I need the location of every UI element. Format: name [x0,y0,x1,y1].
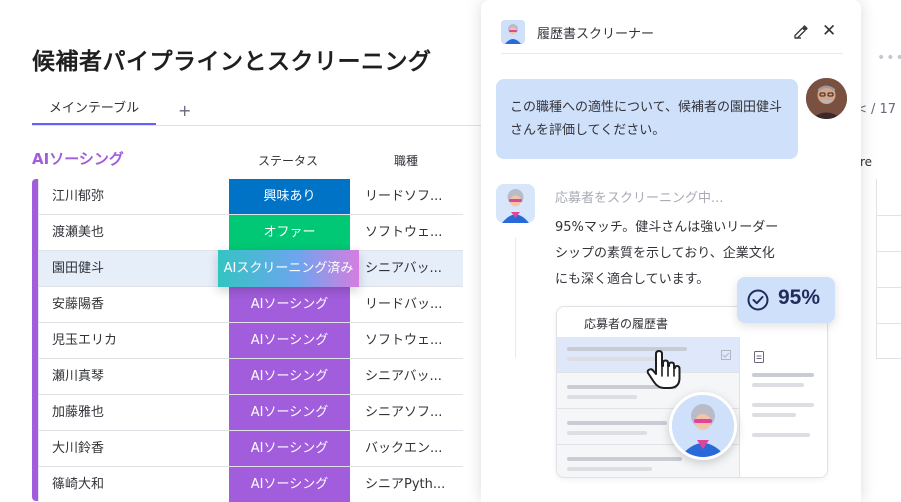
column-header-status[interactable]: ステータス [258,152,318,169]
table-row[interactable]: 児玉エリカ AIソーシング ソフトウェ... [38,323,463,359]
bot-status-text: 応募者をスクリーニング中... [555,191,724,206]
candidate-name[interactable]: 安藤陽香 [52,287,104,322]
table-row[interactable]: 江川郁弥 興味あり リードソフ... [38,179,463,215]
bot-avatar [496,184,535,223]
more-dots-icon[interactable]: ••• [877,50,901,66]
column-header-role[interactable]: 職種 [394,152,418,169]
candidate-avatar [669,392,737,460]
add-view-button[interactable]: + [178,100,191,122]
table-row[interactable]: 加藤雅也 AIソーシング シニアソフ... [38,395,463,431]
candidate-name[interactable]: 園田健斗 [52,251,104,286]
group-title[interactable]: AIソーシング [32,148,124,169]
grid-line [876,323,901,324]
grid-line [876,287,901,288]
status-chip[interactable]: AIソーシング [228,287,351,322]
status-chip[interactable]: オファー [228,215,351,250]
cell-divider [38,395,39,430]
thread-line [515,238,516,358]
candidate-name[interactable]: 大川鈴香 [52,431,104,466]
resume-screener-panel: 履歴書スクリーナー ✕ この職種への適性について、候補者の園田健斗さんを評価して… [481,0,861,502]
hand-cursor-icon [646,350,681,389]
candidate-role[interactable]: リードバッ... [365,287,461,322]
candidate-role[interactable]: ソフトウェ... [365,323,461,358]
candidate-role[interactable]: シニアバッ... [365,251,461,286]
user-avatar [806,78,847,119]
candidate-role[interactable]: シニアPyth... [365,467,461,502]
candidate-role[interactable]: ソフトウェ... [365,215,461,250]
edit-icon[interactable] [793,24,809,40]
candidate-role[interactable]: シニアバッ... [365,359,461,394]
panel-title: 履歴書スクリーナー [537,27,655,42]
candidate-name[interactable]: 江川郁弥 [52,179,104,214]
status-chip[interactable]: AIソーシング [228,467,351,502]
status-chip[interactable]: AIソーシング [228,395,351,430]
status-chip-ai-screened[interactable]: AIスクリーニング済み [218,250,359,287]
tab-main-table[interactable]: メインテーブル [32,98,156,125]
candidate-role[interactable]: シニアソフ... [365,395,461,430]
candidate-name[interactable]: 篠崎大和 [52,467,104,502]
checkbox-icon [721,350,731,360]
close-icon[interactable]: ✕ [822,21,836,41]
resume-detail [739,337,827,477]
pagination-indicator: < / 17 [856,102,897,117]
match-score-value: 95% [778,286,821,309]
candidate-name[interactable]: 瀬川真琴 [52,359,104,394]
panel-header: 履歴書スクリーナー ✕ [501,18,843,54]
grid-line [876,358,901,359]
cell-divider [38,215,39,250]
status-chip[interactable]: AIソーシング [228,323,351,358]
table-row[interactable]: 大川鈴香 AIソーシング バックエン... [38,431,463,467]
table-row[interactable]: 瀬川真琴 AIソーシング シニアバッ... [38,359,463,395]
cell-divider [38,431,39,466]
candidate-role[interactable]: リードソフ... [365,179,461,214]
cell-divider [38,323,39,358]
cell-divider [38,359,39,394]
column-header-score: re [860,155,873,169]
grid-line [876,251,901,252]
cell-divider [38,179,39,214]
document-icon [754,351,764,363]
cell-divider [38,251,39,286]
background-grid [855,179,901,359]
table-row[interactable]: 渡瀬美也 オファー ソフトウェ... [38,215,463,251]
grid-line [876,215,901,216]
table-row[interactable]: 安藤陽香 AIソーシング リードバッ... [38,287,463,323]
status-chip[interactable]: AIソーシング [228,359,351,394]
candidate-name[interactable]: 児玉エリカ [52,323,117,358]
cell-divider [38,287,39,322]
candidate-role[interactable]: バックエン... [365,431,461,466]
check-circle-icon [747,289,769,311]
board-title: 候補者パイプラインとスクリーニング [32,49,432,75]
cell-divider [38,467,39,502]
resume-card-title: 応募者の履歴書 [584,317,669,331]
status-chip[interactable]: AIソーシング [228,431,351,466]
status-chip[interactable]: 興味あり [228,179,351,214]
screener-agent-avatar [501,20,525,44]
grid-line [876,179,877,359]
match-score-badge: 95% [737,277,835,323]
candidate-name[interactable]: 加藤雅也 [52,395,104,430]
user-message-bubble: この職種への適性について、候補者の園田健斗さんを評価してください。 [496,79,798,159]
candidate-name[interactable]: 渡瀬美也 [52,215,104,250]
table-row[interactable]: 篠崎大和 AIソーシング シニアPyth... [38,467,463,502]
view-tabs: メインテーブル + [32,98,482,126]
